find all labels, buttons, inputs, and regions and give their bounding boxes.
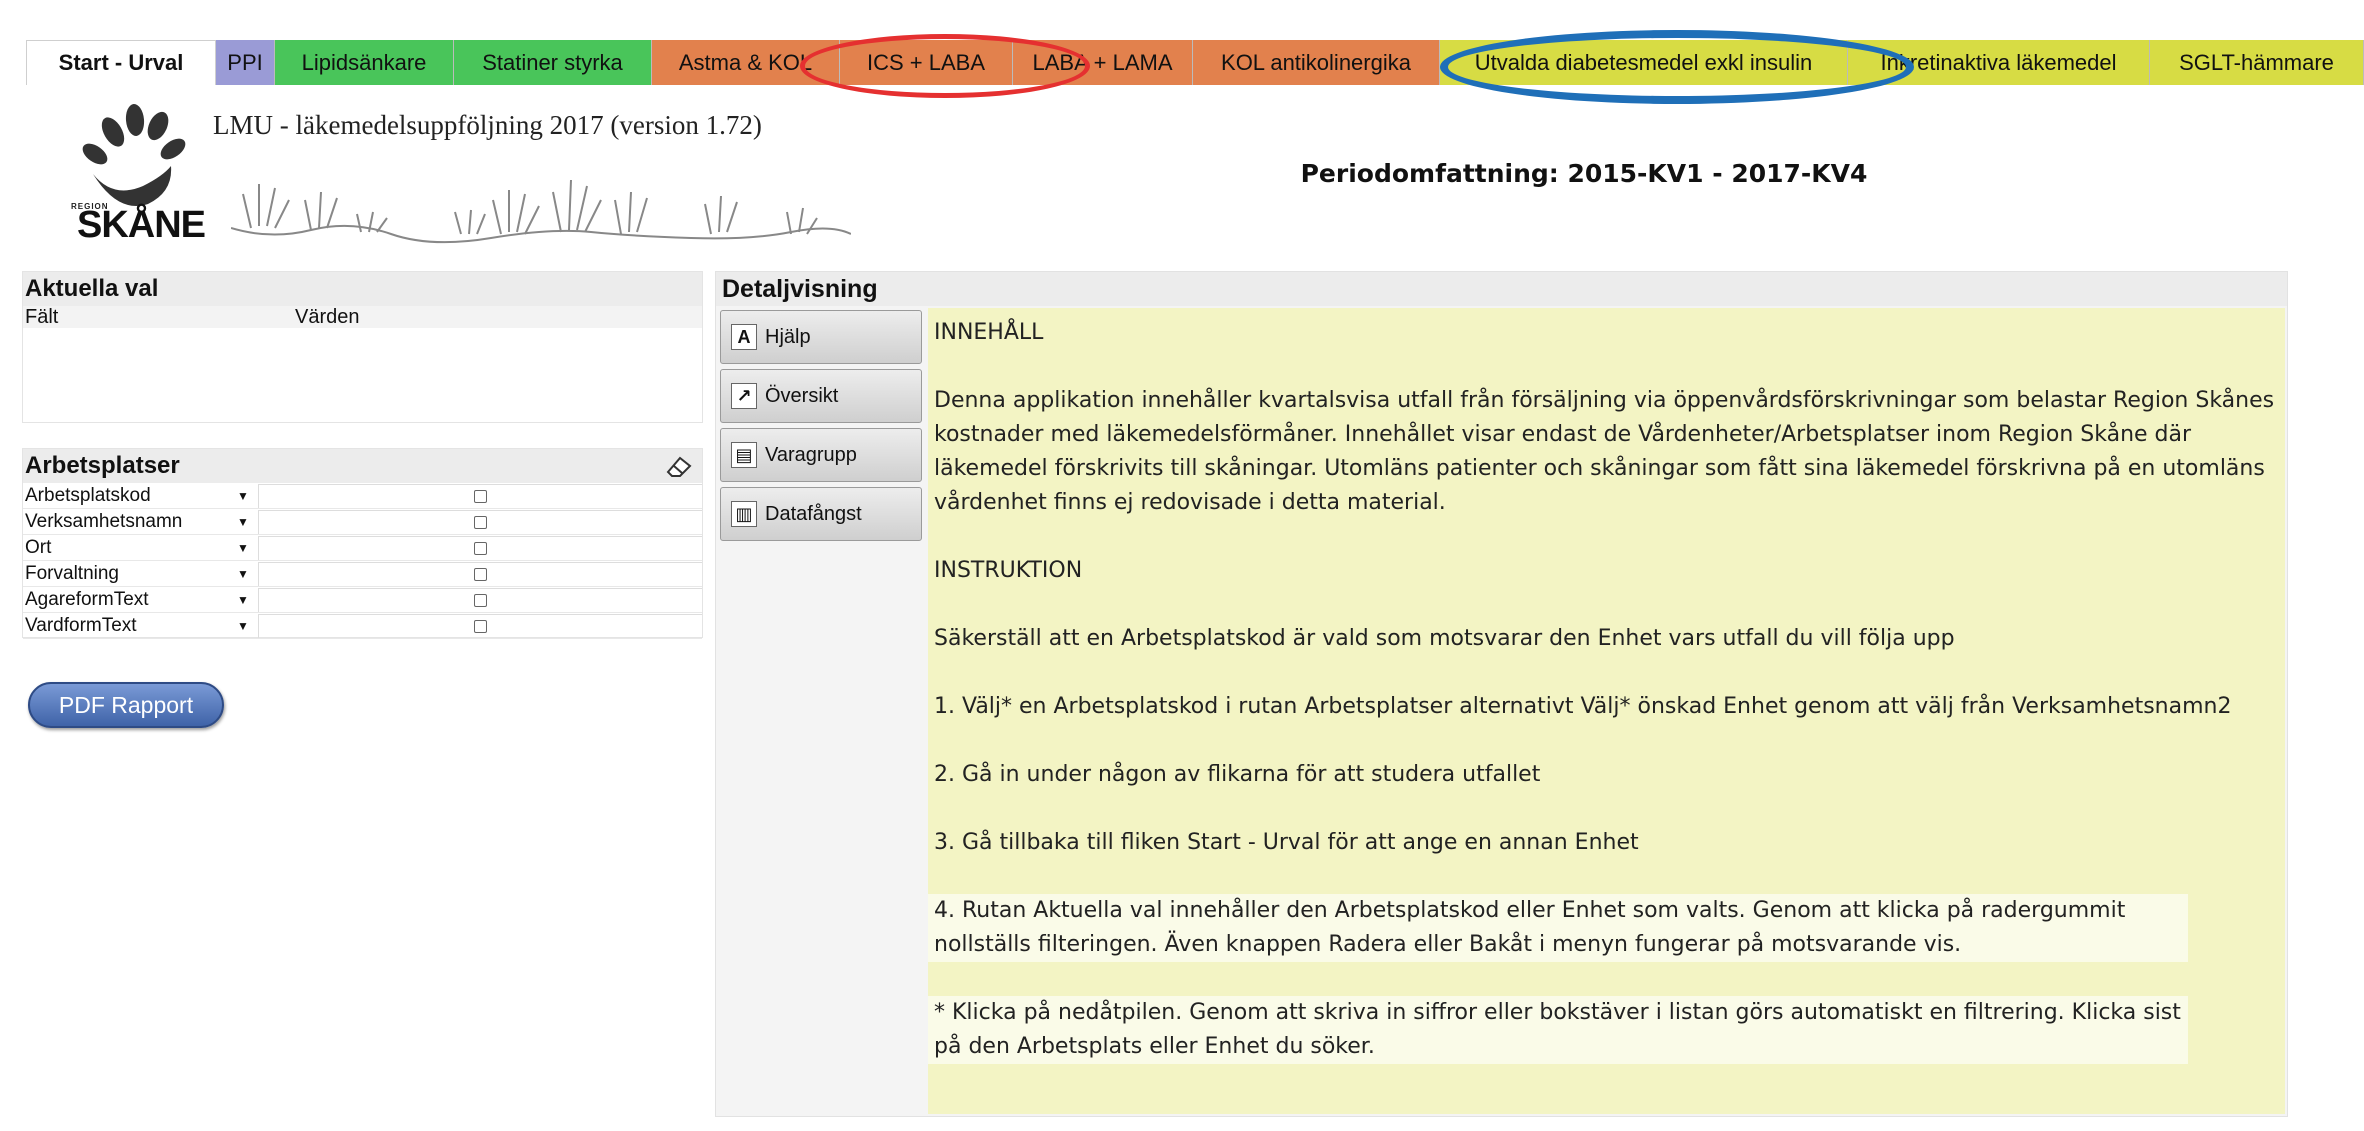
- filter-value-field[interactable]: [258, 613, 702, 638]
- filter-row-3[interactable]: Forvaltning ▼: [23, 561, 702, 587]
- content-paragraph: 2. Gå in under någon av flikarna för att…: [934, 762, 1541, 787]
- filter-row-4[interactable]: AgareformText ▼: [23, 587, 702, 613]
- hands-decoration-icon: [231, 179, 851, 244]
- header-logo-area: REGION SKÅNE LMU - läkemedelsuppföljning…: [63, 96, 863, 251]
- arbetsplatser-panel: Arbetsplatser Arbetsplatskod ▼ Verksamhets…: [22, 448, 703, 639]
- filter-value-field[interactable]: [258, 509, 702, 534]
- tab-10[interactable]: SGLT-hämmare: [2150, 40, 2364, 85]
- filter-label: Verksamhetsnamn: [25, 510, 183, 532]
- checkbox-icon[interactable]: [474, 593, 487, 607]
- dropdown-arrow-icon[interactable]: ▼: [228, 619, 258, 633]
- dropdown-arrow-icon[interactable]: ▼: [228, 567, 258, 581]
- app-title: LMU - läkemedelsuppföljning 2017 (versio…: [213, 110, 762, 140]
- detail-button-3[interactable]: ▥ Datafångst: [720, 487, 922, 541]
- content-paragraph: 3. Gå tillbaka till fliken Start - Urval…: [934, 830, 1639, 855]
- filter-row-0[interactable]: Arbetsplatskod ▼: [23, 483, 702, 509]
- aktuella-val-columns: Fält Värden: [23, 306, 702, 328]
- content-paragraph: 4. Rutan Aktuella val innehåller den Arb…: [928, 894, 2188, 962]
- tab-6[interactable]: LABA + LAMA: [1013, 40, 1193, 85]
- detail-button-1[interactable]: ↗ Översikt: [720, 369, 922, 423]
- filter-value-field[interactable]: [258, 483, 702, 508]
- col-field-header: Fält: [25, 305, 59, 328]
- filter-value-field[interactable]: [258, 561, 702, 586]
- period-header: Periodomfattning: 2015-KV1 - 2017-KV4: [880, 96, 2288, 251]
- filter-value-field[interactable]: [258, 587, 702, 612]
- checkbox-icon[interactable]: [474, 619, 487, 633]
- content-paragraph: INSTRUKTION: [934, 558, 1083, 583]
- tab-1[interactable]: PPI: [216, 40, 275, 85]
- help-icon: A: [731, 324, 757, 350]
- detail-button-label: Varagrupp: [765, 443, 857, 466]
- filter-value-field[interactable]: [258, 535, 702, 560]
- dropdown-arrow-icon[interactable]: ▼: [228, 541, 258, 555]
- period-label: Periodomfattning: 2015-KV1 - 2017-KV4: [1300, 159, 1868, 188]
- tab-9[interactable]: Inkretinaktiva läkemedel: [1848, 40, 2150, 85]
- tab-2[interactable]: Lipidsänkare: [275, 40, 454, 85]
- table-icon: ▥: [731, 501, 757, 527]
- detaljvisning-title: Detaljvisning: [716, 272, 2287, 306]
- content-paragraph: 1. Välj* en Arbetsplatskod i rutan Arbet…: [934, 694, 2232, 719]
- window-icon: ▤: [731, 442, 757, 468]
- filter-row-2[interactable]: Ort ▼: [23, 535, 702, 561]
- col-values-header: Värden: [295, 305, 360, 328]
- content-paragraph: * Klicka på nedåtpilen. Genom att skriva…: [928, 996, 2188, 1064]
- tab-8[interactable]: Utvalda diabetesmedel exkl insulin: [1440, 40, 1848, 85]
- detail-content: INNEHÅLL Denna applikation innehåller kva…: [928, 308, 2285, 1114]
- chart-line-icon: ↗: [731, 383, 757, 409]
- detail-button-label: Datafångst: [765, 502, 862, 525]
- eraser-icon[interactable]: [664, 454, 694, 478]
- dropdown-arrow-icon[interactable]: ▼: [228, 515, 258, 529]
- aktuella-val-panel: Aktuella val Fält Värden: [22, 271, 703, 423]
- detaljvisning-panel: Detaljvisning A Hjälp ↗ Översikt ▤ Varagrupp ▥…: [715, 271, 2288, 1117]
- content-paragraph: Denna applikation innehåller kvartalsvis…: [934, 388, 2275, 515]
- detail-button-0[interactable]: A Hjälp: [720, 310, 922, 364]
- detail-button-label: Hjälp: [765, 325, 811, 348]
- checkbox-icon[interactable]: [474, 515, 487, 529]
- arbetsplatser-filter-list: Arbetsplatskod ▼ Verksamhetsnamn ▼ Ort ▼ Forva…: [23, 483, 702, 639]
- filter-label: Ort: [25, 536, 52, 558]
- tab-0[interactable]: Start - Urval: [26, 40, 216, 85]
- arbetsplatser-title: Arbetsplatser: [23, 449, 702, 483]
- aktuella-val-title-text: Aktuella val: [25, 275, 159, 302]
- detail-button-2[interactable]: ▤ Varagrupp: [720, 428, 922, 482]
- dropdown-arrow-icon[interactable]: ▼: [228, 489, 258, 503]
- filter-label: Forvaltning: [25, 562, 119, 584]
- pdf-rapport-button[interactable]: PDF Rapport: [28, 682, 224, 728]
- content-paragraph: Säkerställ att en Arbetsplatskod är vald…: [934, 626, 1955, 651]
- filter-label: AgareformText: [25, 588, 149, 610]
- filter-label: Arbetsplatskod: [25, 484, 151, 506]
- tab-7[interactable]: KOL antikolinergika: [1193, 40, 1440, 85]
- arbetsplatser-title-text: Arbetsplatser: [25, 452, 180, 479]
- filter-row-1[interactable]: Verksamhetsnamn ▼: [23, 509, 702, 535]
- tab-4[interactable]: Astma & KOL: [652, 40, 840, 85]
- checkbox-icon[interactable]: [474, 541, 487, 555]
- tab-5[interactable]: ICS + LABA: [840, 40, 1013, 85]
- detail-button-label: Översikt: [765, 384, 839, 407]
- filter-label: VardformText: [25, 614, 137, 636]
- checkbox-icon[interactable]: [474, 567, 487, 581]
- filter-row-5[interactable]: VardformText ▼: [23, 613, 702, 639]
- logo-skane-text: SKÅNE: [77, 204, 206, 246]
- aktuella-val-title: Aktuella val: [23, 272, 702, 306]
- tab-3[interactable]: Statiner styrka: [454, 40, 652, 85]
- dropdown-arrow-icon[interactable]: ▼: [228, 593, 258, 607]
- content-paragraph: INNEHÅLL: [934, 320, 1044, 345]
- checkbox-icon[interactable]: [474, 489, 487, 503]
- tab-bar: Start - Urval PPI Lipidsänkare Statiner sty…: [26, 40, 2364, 85]
